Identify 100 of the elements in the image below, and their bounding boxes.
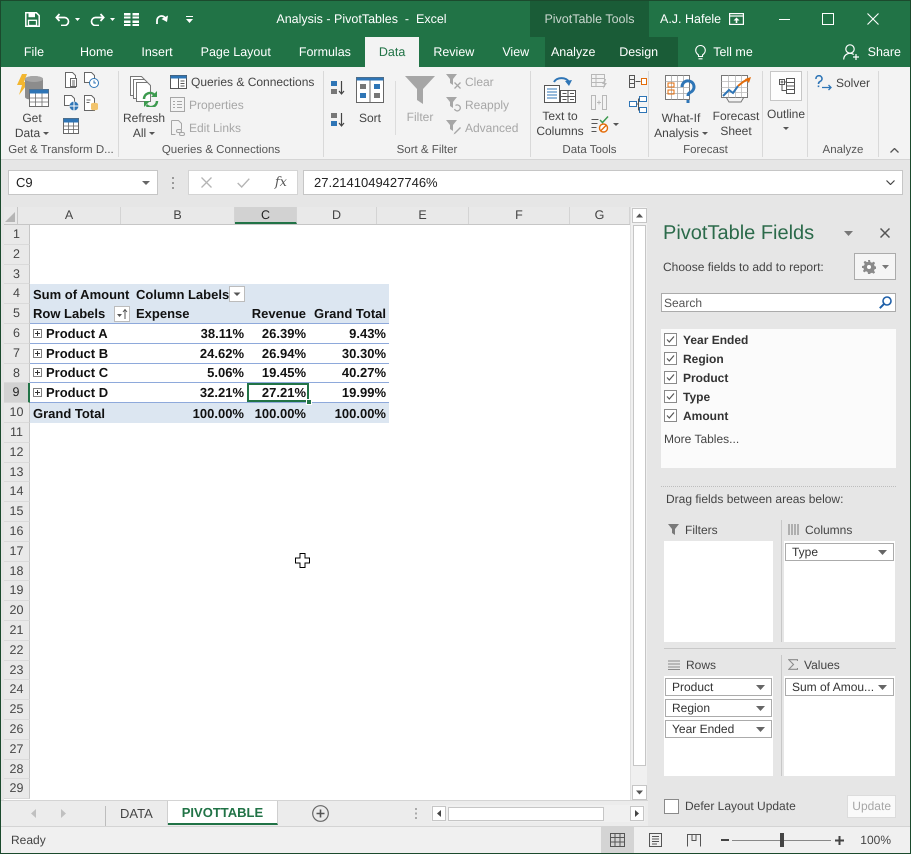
vertical-scrollbar[interactable] [630,207,647,800]
ribbon-tab[interactable]: File [9,37,59,67]
settings-button[interactable] [854,253,896,280]
collapse-ribbon-icon[interactable] [890,148,899,153]
sheet-tab[interactable]: PIVOTTABLE [168,801,278,825]
save-icon[interactable] [25,12,40,26]
row-header[interactable]: 28 [4,760,30,780]
text-document-icon[interactable] [63,72,79,88]
row-header[interactable]: 10 [4,403,30,423]
plus-box-icon[interactable] [33,328,42,338]
sort-button[interactable]: Sort [351,71,389,126]
dropdown-arrow-icon[interactable] [756,684,765,690]
row-header[interactable]: 22 [4,640,30,661]
solver-button[interactable]: Solver [815,71,870,94]
sort-descending-icon[interactable] [330,112,345,128]
ribbon-tab[interactable]: Page Layout [186,37,285,67]
document-clock-icon[interactable] [83,72,99,88]
row-header[interactable]: 1 [4,225,30,245]
caret-icon[interactable] [110,18,115,20]
plus-box-icon[interactable] [33,388,42,398]
insert-function-button[interactable]: fx [274,175,287,190]
sort-filter-icon[interactable] [114,306,130,322]
column-header[interactable]: C [235,207,297,224]
row-header[interactable]: 26 [4,720,30,740]
row-header[interactable]: 14 [4,482,30,502]
row-header[interactable]: 21 [4,620,30,641]
row-header[interactable]: 5 [4,304,30,324]
row-header[interactable]: 20 [4,601,30,621]
more-tables-link[interactable]: More Tables... [664,432,740,446]
search-icon[interactable] [879,296,892,309]
close-icon[interactable] [880,228,890,238]
row-header[interactable]: 11 [4,422,30,443]
drop-area[interactable]: Sum of Amou... [784,676,895,776]
ribbon-tab[interactable]: Review [419,37,488,67]
scrollbar-thumb[interactable] [632,225,646,766]
row-header[interactable]: 23 [4,660,30,680]
row-header[interactable]: 27 [4,740,30,760]
user-name[interactable]: A.J. Hafele [649,12,729,26]
field-label[interactable]: Year Ended [683,332,748,346]
ribbon-tab[interactable]: Formulas [284,37,365,67]
field-chip[interactable]: Sum of Amou... [785,678,894,696]
zoom-level[interactable]: 100% [860,833,891,847]
zoom-in-icon[interactable] [835,836,844,844]
refresh-all-button[interactable]: Refresh All [121,71,167,141]
field-label[interactable]: Region [683,352,724,366]
add-sheet-icon[interactable] [312,805,330,822]
checkmark-icon[interactable] [236,178,250,188]
data-validation-button[interactable] [591,116,619,133]
column-header[interactable]: F [469,207,570,224]
row-header[interactable]: 2 [4,244,30,265]
ribbon-tab[interactable]: View [488,37,544,67]
row-header[interactable]: 17 [4,542,30,562]
checkbox-label[interactable]: Defer Layout Update [685,799,796,813]
name-box[interactable]: C9 [8,170,158,195]
field-chip[interactable]: Type [785,543,894,561]
row-header[interactable]: 6 [4,324,30,344]
field-chip[interactable]: Year Ended [665,720,772,738]
grid-icon[interactable] [124,12,139,26]
slider-thumb[interactable] [780,833,784,847]
formula-input[interactable]: 27.2141049427746% [303,170,903,195]
drop-area[interactable]: Type [784,541,895,642]
maximize-icon[interactable] [822,13,834,25]
column-header[interactable]: D [297,207,377,224]
dropdown-arrow-icon[interactable] [756,706,765,710]
column-header[interactable]: A [18,207,121,224]
dropdown-arrow-icon[interactable] [844,230,853,236]
checkbox[interactable] [664,333,677,346]
row-header[interactable]: 9 [4,383,30,404]
drag-handle-icon[interactable] [172,177,174,189]
row-header[interactable]: 24 [4,680,30,700]
row-header[interactable]: 8 [4,364,30,384]
web-document-icon[interactable] [63,95,79,111]
ribbon-tab[interactable]: Design [605,37,672,67]
ribbon-display-icon[interactable] [729,13,744,25]
column-header[interactable]: E [377,207,469,224]
field-chip[interactable]: Product [665,678,772,696]
ribbon-tab[interactable]: Data [364,37,420,67]
plus-box-icon[interactable] [33,348,42,358]
row-header[interactable]: 7 [4,344,30,364]
checkbox[interactable] [664,409,677,422]
ribbon-tab[interactable]: Insert [127,37,187,67]
dropdown-arrow-icon[interactable] [878,684,888,690]
what-if-analysis-button[interactable]: What-If Analysis [651,71,711,141]
consolidate-icon[interactable] [629,75,647,88]
customize-icon[interactable] [186,16,193,22]
row-header[interactable]: 4 [4,284,30,304]
forecast-sheet-button[interactable]: Forecast Sheet [711,71,761,139]
text-to-columns-button[interactable]: Text to Columns [533,71,587,139]
curved-arrow-icon[interactable] [155,13,168,25]
field-label[interactable]: Product [683,370,728,384]
share-button[interactable]: Share [842,37,901,67]
row-header[interactable]: 29 [4,779,30,800]
minimize-icon[interactable] [779,18,790,20]
redo-icon[interactable] [90,12,105,26]
checkbox[interactable] [664,390,677,403]
field-chip[interactable]: Region [665,699,772,717]
expand-icon[interactable] [886,180,895,185]
tell-me-button[interactable]: Tell me [695,37,753,67]
row-header[interactable]: 15 [4,502,30,522]
drop-area[interactable]: Product Region Year Ended [664,676,773,776]
